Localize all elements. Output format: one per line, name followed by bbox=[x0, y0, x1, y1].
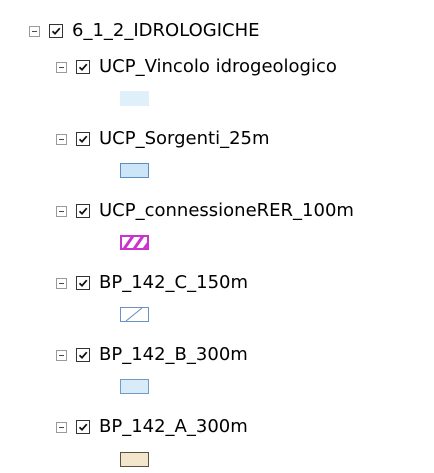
legend-swatch-beige-outlined bbox=[120, 452, 149, 467]
layer-checkbox[interactable] bbox=[76, 348, 90, 362]
layer-checkbox[interactable] bbox=[76, 276, 90, 290]
checkmark-icon bbox=[51, 27, 61, 36]
layer-group-row: 6_1_2_IDROLOGICHE bbox=[29, 20, 260, 42]
legend-swatch-magenta-hatch bbox=[120, 235, 149, 250]
layer-checkbox[interactable] bbox=[76, 204, 90, 218]
layer-label: UCP_connessioneRER_100m bbox=[99, 200, 354, 221]
collapse-layer-icon[interactable] bbox=[56, 349, 67, 361]
collapse-group-icon[interactable] bbox=[29, 25, 40, 37]
layer-label: BP_142_B_300m bbox=[99, 344, 248, 365]
checkmark-icon bbox=[78, 207, 88, 216]
legend-swatch-solid-light-blue bbox=[120, 91, 149, 106]
layer-row-bp-142-b: BP_142_B_300m bbox=[56, 344, 248, 366]
group-label: 6_1_2_IDROLOGICHE bbox=[72, 20, 260, 41]
layer-row-bp-142-c: BP_142_C_150m bbox=[56, 272, 248, 294]
legend-swatch-blue-diagonal bbox=[120, 307, 149, 322]
layer-checkbox[interactable] bbox=[76, 60, 90, 74]
checkmark-icon bbox=[78, 63, 88, 72]
layer-label: BP_142_C_150m bbox=[99, 272, 249, 293]
layer-row-connessione-rer: UCP_connessioneRER_100m bbox=[56, 200, 354, 222]
legend-swatch-blue-outlined bbox=[120, 163, 149, 178]
checkmark-icon bbox=[78, 351, 88, 360]
collapse-layer-icon[interactable] bbox=[56, 61, 67, 73]
checkmark-icon bbox=[78, 423, 88, 432]
layer-checkbox[interactable] bbox=[76, 420, 90, 434]
group-checkbox[interactable] bbox=[49, 24, 63, 38]
layer-row-vincolo-idrogeologico: UCP_Vincolo idrogeologico bbox=[56, 56, 337, 78]
collapse-layer-icon[interactable] bbox=[56, 133, 67, 145]
legend-swatch-pale-blue-outlined bbox=[120, 379, 149, 394]
layer-row-sorgenti: UCP_Sorgenti_25m bbox=[56, 128, 270, 150]
collapse-layer-icon[interactable] bbox=[56, 277, 67, 289]
layer-checkbox[interactable] bbox=[76, 132, 90, 146]
layer-row-bp-142-a: BP_142_A_300m bbox=[56, 416, 248, 438]
collapse-layer-icon[interactable] bbox=[56, 205, 67, 217]
collapse-layer-icon[interactable] bbox=[56, 421, 67, 433]
checkmark-icon bbox=[78, 135, 88, 144]
layer-label: UCP_Sorgenti_25m bbox=[99, 128, 270, 149]
layer-label: BP_142_A_300m bbox=[99, 416, 248, 437]
checkmark-icon bbox=[78, 279, 88, 288]
layer-label: UCP_Vincolo idrogeologico bbox=[99, 56, 337, 77]
